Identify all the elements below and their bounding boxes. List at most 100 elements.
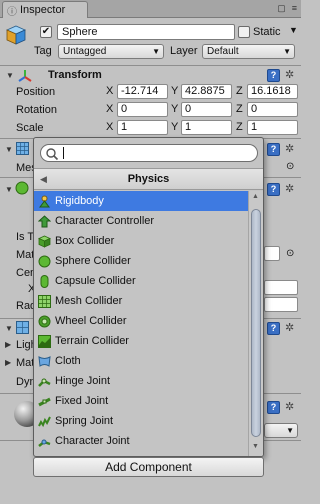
list-item-label: Fixed Joint bbox=[55, 395, 109, 407]
scroll-up-icon[interactable]: ▲ bbox=[252, 193, 259, 200]
center-z-field[interactable] bbox=[264, 280, 298, 295]
help-icon[interactable]: ? bbox=[267, 322, 280, 335]
radius-field[interactable] bbox=[264, 297, 298, 312]
position-y-field[interactable]: 42.8875 bbox=[181, 84, 232, 99]
search-icon bbox=[46, 148, 59, 161]
chevron-down-icon: ▼ bbox=[286, 426, 294, 435]
list-item-rigidbody[interactable]: Rigidbody bbox=[34, 191, 248, 211]
list-item-mesh-collider[interactable]: Mesh Collider bbox=[34, 291, 248, 311]
list-item-cloth[interactable]: Cloth bbox=[34, 351, 248, 371]
tag-dropdown[interactable]: Untagged ▼ bbox=[58, 44, 164, 59]
cloth-icon bbox=[38, 355, 51, 367]
list-item-label: Rigidbody bbox=[55, 195, 104, 207]
gear-icon[interactable]: ✲ bbox=[285, 400, 294, 413]
gear-icon[interactable]: ✲ bbox=[285, 68, 294, 81]
list-item-label: Spring Joint bbox=[55, 415, 114, 427]
inspector-tab[interactable]: ⓘ Inspector bbox=[2, 1, 88, 18]
list-item-fixed-joint[interactable]: Fixed Joint bbox=[34, 391, 248, 411]
fixed-joint-icon bbox=[38, 397, 51, 406]
help-icon[interactable]: ? bbox=[267, 183, 280, 196]
list-item-box-collider[interactable]: Box Collider bbox=[34, 231, 248, 251]
mesh-filter-foldout-icon[interactable]: ▼ bbox=[5, 145, 13, 154]
scale-label: Scale bbox=[16, 122, 44, 134]
gear-icon[interactable]: ✲ bbox=[285, 321, 294, 334]
character-controller-icon bbox=[38, 214, 51, 227]
scale-x-field[interactable]: 1 bbox=[117, 120, 168, 135]
text-caret bbox=[63, 147, 64, 159]
list-item-character-joint[interactable]: Character Joint bbox=[34, 431, 248, 451]
gear-icon[interactable]: ✲ bbox=[285, 182, 294, 195]
tab-bar-controls: ▢ ≡ bbox=[277, 3, 297, 14]
object-name-field[interactable]: Sphere bbox=[57, 24, 235, 40]
component-list: Rigidbody Character Controller Box Colli… bbox=[34, 191, 248, 456]
rotation-y-field[interactable]: 0 bbox=[181, 102, 232, 117]
list-item-hinge-joint[interactable]: Hinge Joint bbox=[34, 371, 248, 391]
shader-dropdown[interactable]: ▼ bbox=[264, 423, 298, 438]
menu-icon[interactable]: ≡ bbox=[292, 3, 297, 14]
materials-foldout-icon[interactable]: ▶ bbox=[5, 358, 11, 367]
help-icon[interactable]: ? bbox=[267, 401, 280, 414]
sphere-collider-icon bbox=[38, 255, 51, 267]
search-input[interactable] bbox=[40, 144, 258, 162]
list-item-label: Mesh Collider bbox=[55, 295, 123, 307]
material-label: Mat bbox=[16, 249, 35, 261]
mesh-renderer-foldout-icon[interactable]: ▼ bbox=[5, 324, 13, 333]
scrollbar-thumb[interactable] bbox=[251, 209, 261, 437]
list-item-spring-joint[interactable]: Spring Joint bbox=[34, 411, 248, 431]
add-component-button[interactable]: Add Component bbox=[33, 457, 264, 477]
list-item-label: Character Controller bbox=[55, 215, 155, 227]
list-item-label: Box Collider bbox=[55, 235, 115, 247]
lock-icon[interactable]: ▢ bbox=[277, 3, 286, 14]
scale-x-label: X bbox=[106, 121, 114, 133]
gameobject-cube-icon bbox=[6, 25, 26, 45]
transform-title: Transform bbox=[48, 69, 102, 81]
materials-label: Mat bbox=[16, 357, 35, 369]
sphere-collider-foldout-icon[interactable]: ▼ bbox=[5, 185, 13, 194]
tab-bar: ⓘ Inspector ▢ ≡ bbox=[0, 0, 301, 18]
rotation-x-label: X bbox=[106, 103, 114, 115]
help-icon[interactable]: ? bbox=[267, 69, 280, 82]
position-z-field[interactable]: 16.1618 bbox=[247, 84, 298, 99]
object-picker-icon[interactable]: ⊙ bbox=[286, 161, 294, 172]
mesh-filter-icon bbox=[16, 142, 29, 155]
info-icon: ⓘ bbox=[7, 6, 17, 18]
scale-y-label: Y bbox=[171, 121, 179, 133]
position-x-field[interactable]: -12.714 bbox=[117, 84, 168, 99]
rotation-y-label: Y bbox=[171, 103, 179, 115]
transform-foldout-icon[interactable]: ▼ bbox=[6, 71, 14, 80]
wheel-collider-icon bbox=[38, 315, 51, 327]
scale-y-field[interactable]: 1 bbox=[181, 120, 232, 135]
list-item-sphere-collider[interactable]: Sphere Collider bbox=[34, 251, 248, 271]
add-component-popup: ◀ Physics Rigidbody Character Controller… bbox=[33, 137, 264, 457]
lighting-foldout-icon[interactable]: ▶ bbox=[5, 340, 11, 349]
scale-z-field[interactable]: 1 bbox=[247, 120, 298, 135]
list-item-label: Sphere Collider bbox=[55, 255, 131, 267]
list-item-terrain-collider[interactable]: Terrain Collider bbox=[34, 331, 248, 351]
object-picker-icon[interactable]: ⊙ bbox=[286, 248, 294, 259]
character-joint-icon bbox=[38, 439, 51, 447]
sphere-collider-icon bbox=[15, 181, 29, 195]
gear-icon[interactable]: ✲ bbox=[285, 142, 294, 155]
help-icon[interactable]: ? bbox=[267, 143, 280, 156]
static-dropdown-icon[interactable]: ▼ bbox=[289, 25, 298, 35]
list-item-label: Hinge Joint bbox=[55, 375, 111, 387]
rotation-z-label: Z bbox=[236, 103, 243, 115]
list-item-wheel-collider[interactable]: Wheel Collider bbox=[34, 311, 248, 331]
material-field[interactable] bbox=[264, 246, 280, 261]
rotation-x-field[interactable]: 0 bbox=[117, 102, 168, 117]
rotation-z-field[interactable]: 0 bbox=[247, 102, 298, 117]
box-collider-icon bbox=[38, 235, 51, 248]
list-scrollbar[interactable]: ▲ ▼ bbox=[248, 191, 263, 456]
list-item-character-controller[interactable]: Character Controller bbox=[34, 211, 248, 231]
rotation-label: Rotation bbox=[16, 104, 57, 116]
list-item-capsule-collider[interactable]: Capsule Collider bbox=[34, 271, 248, 291]
scale-z-label: Z bbox=[236, 121, 243, 133]
tag-label: Tag bbox=[34, 45, 52, 57]
active-checkbox[interactable]: ✔ bbox=[40, 26, 52, 38]
list-item-label: Character Joint bbox=[55, 435, 130, 447]
tag-value: Untagged bbox=[63, 46, 107, 57]
static-checkbox[interactable] bbox=[238, 26, 250, 38]
scroll-down-icon[interactable]: ▼ bbox=[252, 443, 259, 450]
tab-title: Inspector bbox=[20, 4, 66, 16]
layer-dropdown[interactable]: Default ▼ bbox=[202, 44, 295, 59]
